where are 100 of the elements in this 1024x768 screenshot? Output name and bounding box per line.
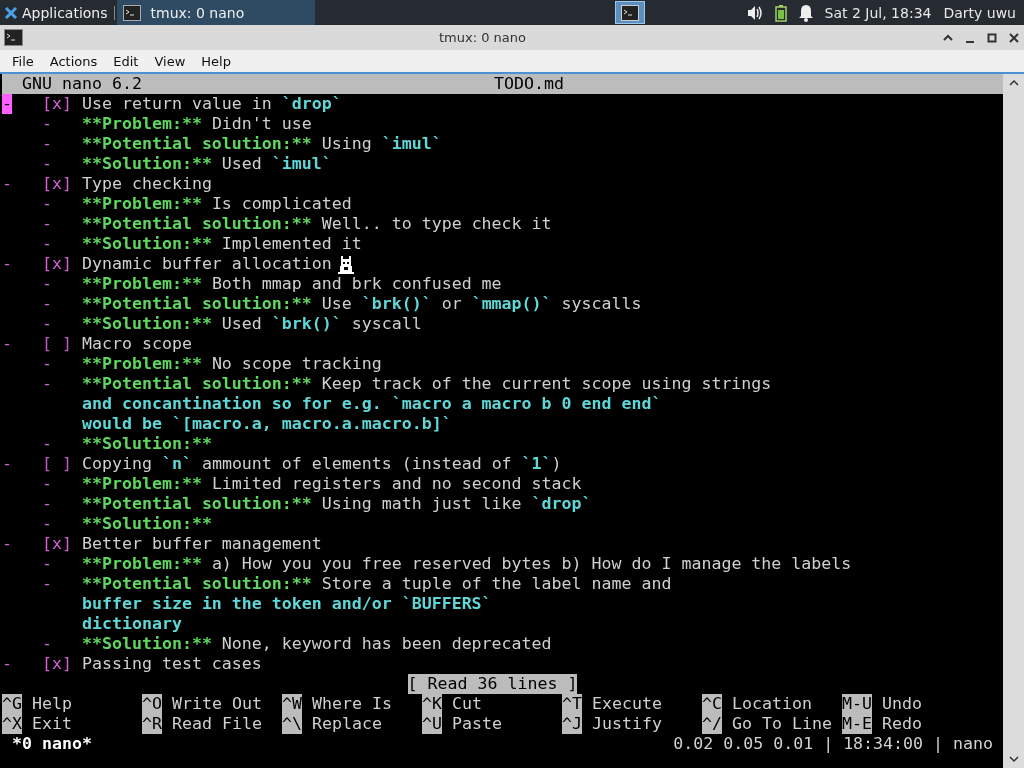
list-bullet: - bbox=[2, 454, 12, 474]
list-bullet: - bbox=[42, 554, 52, 574]
shortcut-label: Help bbox=[32, 694, 72, 714]
cat-sprite-icon bbox=[338, 254, 354, 274]
clock[interactable]: Sat 2 Jul, 18:34 bbox=[824, 4, 932, 21]
list-bullet: - bbox=[42, 134, 52, 154]
menu-item[interactable]: Edit bbox=[105, 53, 147, 69]
line-text: **Potential solution:** Use `brk()` or `mmap()` syscalls bbox=[82, 294, 642, 314]
list-bullet: - bbox=[42, 314, 52, 334]
line-text: **Solution:** Used `imul` bbox=[82, 154, 332, 174]
line-text: **Potential solution:** Using `imul` bbox=[82, 134, 442, 154]
list-bullet: - bbox=[42, 294, 52, 314]
list-bullet: - bbox=[2, 174, 12, 194]
line-text: buffer size in the token and/or `BUFFERS` bbox=[82, 594, 492, 614]
line-text: and concantination so for e.g. `macro a macro b 0 end end` bbox=[82, 394, 662, 414]
menu-item[interactable]: File bbox=[4, 53, 42, 69]
shortcut-label: Exit bbox=[32, 714, 72, 734]
list-bullet: - bbox=[42, 434, 52, 454]
bell-icon bbox=[798, 3, 813, 22]
list-bullet: - bbox=[42, 574, 52, 594]
shortcut-label: Read File bbox=[172, 714, 262, 734]
line-text: Copying `n` ammount of elements (instead of `1`) bbox=[82, 454, 562, 474]
shortcut-key: M-U bbox=[842, 694, 872, 714]
shortcut-label: Replace bbox=[312, 714, 382, 734]
line-text: **Problem:** Limited registers and no second stack bbox=[82, 474, 582, 494]
shortcut-key: ^J bbox=[562, 714, 582, 734]
list-bullet: - bbox=[42, 494, 52, 514]
shortcut-label: Undo bbox=[882, 694, 922, 714]
list-bullet: - bbox=[42, 374, 52, 394]
shortcut-key: ^U bbox=[422, 714, 442, 734]
terminal-icon bbox=[620, 4, 639, 21]
menu-item[interactable]: View bbox=[146, 53, 194, 69]
line-text: dictionary bbox=[82, 614, 182, 634]
shortcut-key: ^O bbox=[142, 694, 162, 714]
workspace-switcher[interactable] bbox=[614, 1, 645, 24]
line-text: **Solution:** Implemented it bbox=[82, 234, 362, 254]
scroll-up-icon bbox=[1008, 78, 1019, 88]
list-bullet: - bbox=[42, 274, 52, 294]
x-logo-icon bbox=[4, 5, 18, 20]
line-text: **Potential solution:** Well.. to type check it bbox=[82, 214, 552, 234]
menu-item[interactable]: Actions bbox=[41, 53, 106, 69]
line-text: **Potential solution:** Using math just like `drop` bbox=[82, 494, 592, 514]
menu-item[interactable]: Help bbox=[193, 53, 239, 69]
line-text: **Potential solution:** Store a tuple of the label name and bbox=[82, 574, 672, 594]
shortcut-label: Execute bbox=[592, 694, 662, 714]
shortcut-label: Go To Line bbox=[732, 714, 832, 734]
line-text: **Problem:** a) How you you free reserved bytes b) How do I manage the labels bbox=[82, 554, 852, 574]
list-bullet: - bbox=[2, 94, 12, 114]
shortcut-key: ^/ bbox=[702, 714, 722, 734]
terminal-icon bbox=[4, 29, 23, 46]
restore-icon[interactable] bbox=[986, 31, 998, 44]
line-text: Dynamic buffer allocation bbox=[82, 254, 332, 274]
line-text: Better buffer management bbox=[82, 534, 322, 554]
file-name: TODO.md bbox=[494, 74, 564, 94]
shortcut-key: ^K bbox=[422, 694, 442, 714]
list-bullet: - bbox=[2, 254, 12, 274]
shortcut-label: Justify bbox=[592, 714, 662, 734]
list-bullet: - bbox=[42, 234, 52, 254]
line-text: **Problem:** No scope tracking bbox=[82, 354, 382, 374]
shortcut-label: Redo bbox=[882, 714, 922, 734]
shortcut-key: ^G bbox=[2, 694, 22, 714]
line-text: **Solution:** None, keyword has been deprecated bbox=[82, 634, 552, 654]
line-text: **Problem:** Didn't use bbox=[82, 114, 312, 134]
window-title: tmux: 0 nano bbox=[438, 30, 527, 45]
line-text: Passing test cases bbox=[82, 654, 262, 674]
close-icon[interactable] bbox=[1008, 31, 1020, 44]
line-text: **Solution:** Used `brk()` syscall bbox=[82, 314, 422, 334]
list-bullet: - bbox=[2, 654, 12, 674]
list-bullet: - bbox=[42, 634, 52, 654]
tmux-status-info: 0.02 0.05 0.01 | 18:34:00 | nano bbox=[673, 734, 993, 754]
line-text: Macro scope bbox=[82, 334, 192, 354]
nano-version: GNU nano 6.2 bbox=[21, 74, 143, 94]
shortcut-key: ^R bbox=[142, 714, 162, 734]
shortcut-key: ^\ bbox=[282, 714, 302, 734]
shortcut-label: Write Out bbox=[172, 694, 262, 714]
status-message: [ Read 36 lines ] bbox=[407, 674, 578, 694]
taskbar-button[interactable]: tmux: 0 nano bbox=[116, 0, 315, 25]
shortcut-label: Where Is bbox=[312, 694, 392, 714]
scroll-down-icon bbox=[1008, 754, 1019, 764]
line-text: **Solution:** bbox=[82, 514, 212, 534]
battery-icon bbox=[774, 3, 787, 22]
shortcut-key: ^T bbox=[562, 694, 582, 714]
list-bullet: - bbox=[2, 334, 12, 354]
list-bullet: - bbox=[42, 194, 52, 214]
applications-menu-button[interactable]: Applications bbox=[0, 0, 112, 25]
shortcut-key: ^W bbox=[282, 694, 302, 714]
shortcut-key: M-E bbox=[842, 714, 872, 734]
list-bullet: - bbox=[42, 354, 52, 374]
line-text: Type checking bbox=[82, 174, 212, 194]
line-text: Use return value in `drop` bbox=[82, 94, 342, 114]
scrollbar[interactable] bbox=[1003, 74, 1024, 768]
user-name[interactable]: Darty uwu bbox=[943, 4, 1016, 21]
list-bullet: - bbox=[42, 154, 52, 174]
line-text: **Solution:** bbox=[82, 434, 212, 454]
line-text: **Potential solution:** Keep track of the current scope using strings bbox=[82, 374, 772, 394]
list-bullet: - bbox=[42, 474, 52, 494]
shortcut-label: Cut bbox=[452, 694, 482, 714]
shortcut-key: ^X bbox=[2, 714, 22, 734]
list-bullet: - bbox=[42, 114, 52, 134]
list-bullet: - bbox=[2, 534, 12, 554]
